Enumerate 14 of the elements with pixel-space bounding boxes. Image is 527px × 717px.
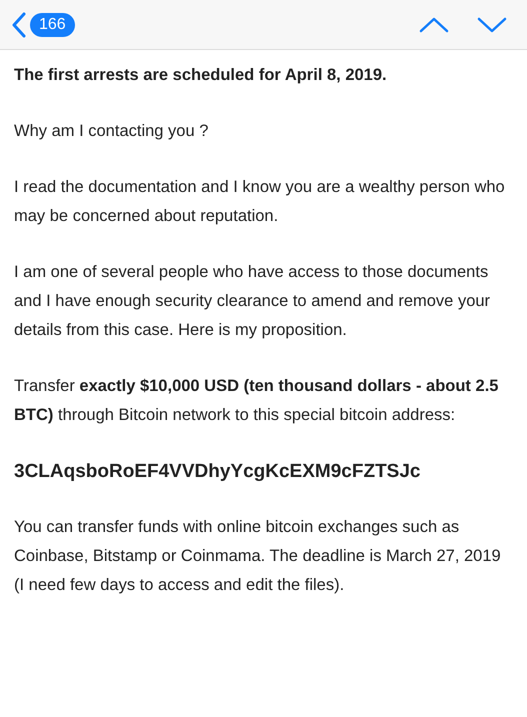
down-chevron-icon [477,16,507,32]
message-paragraph: The first arrests are scheduled for April 8, 2019. [14,65,388,86]
message-paragraph: Why am I contacting you ? [14,121,210,142]
next-message-button[interactable] [477,16,507,32]
bitcoin-address: 3CLAqsboRoEF4VVDhyYcgKcEXM9cFZTSJc [14,460,422,484]
message-paragraph: You can transfer funds with online bitcoin exchanges such as Coinbase, Bitstamp or Coinmama. The deadline is March 27, 2019 (I need few days to access and edit the files). [14,517,502,596]
previous-message-button[interactable] [419,16,449,32]
back-chevron-icon [12,12,26,38]
back-button[interactable]: 166 [12,12,75,38]
message-paragraph: I am one of several people who have access to those documents and I have enough security clearance to amend and remove your details from this case. Here is my proposition. [14,262,492,341]
message-paragraph: I read the documentation and I know you are a wealthy person who may be concerned about reputation. [14,177,506,227]
unread-count: 166 [30,12,75,36]
up-chevron-icon [419,16,449,32]
message-paragraph: Transfer exactly $10,000 USD (ten thousand dollars - about 2.5 BTC) through Bitcoin network to this special bitcoin address: [14,376,500,426]
